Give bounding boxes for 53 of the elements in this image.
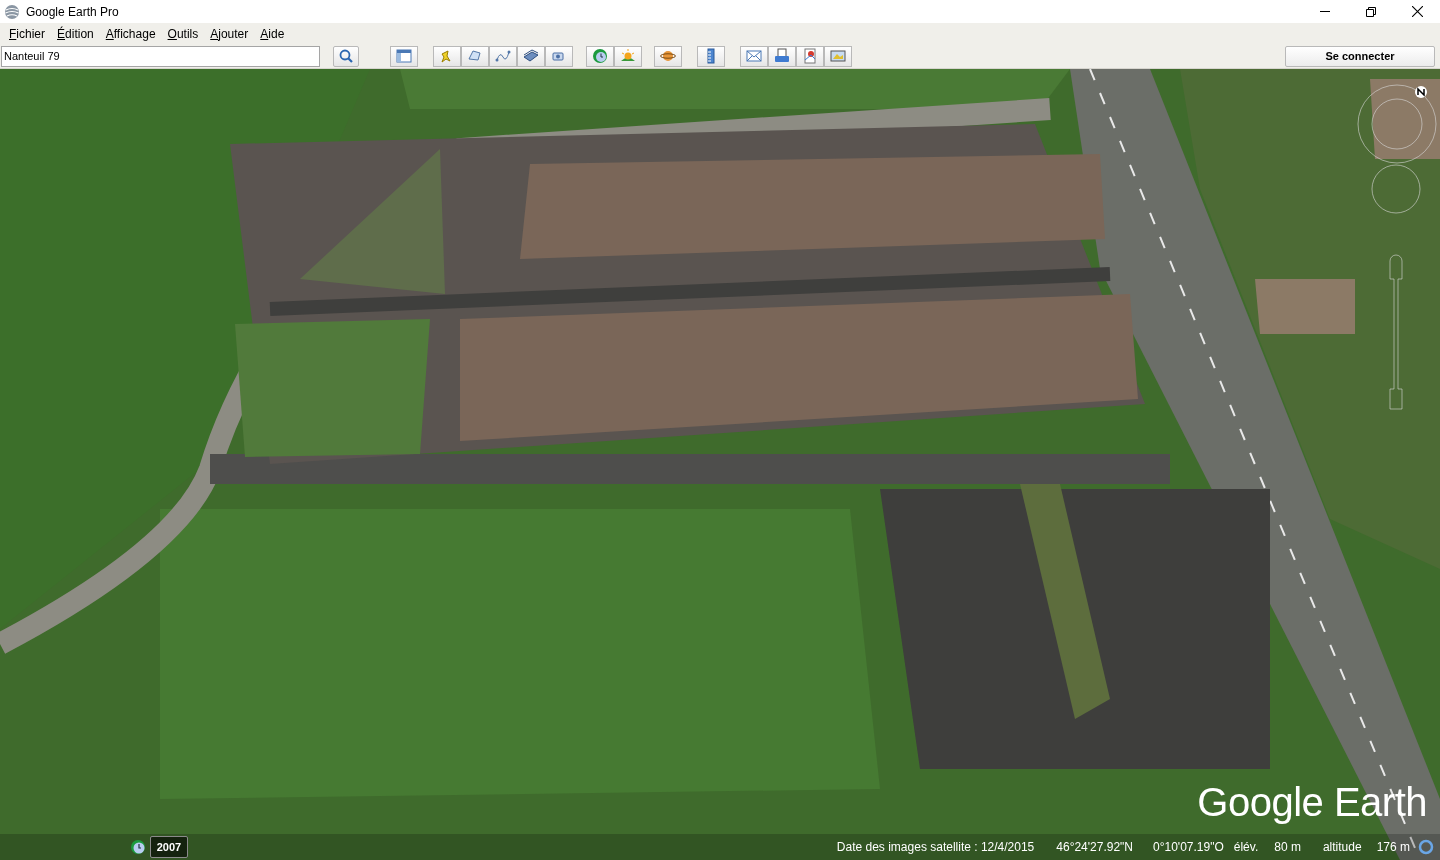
menu-item[interactable]: Outils	[161, 24, 205, 43]
look-joystick-icon[interactable]	[1371, 164, 1421, 214]
map-pin-button[interactable]	[796, 45, 824, 67]
sign-in-button[interactable]: Se connecter	[1285, 45, 1435, 67]
menu-item[interactable]: Affichage	[99, 24, 162, 43]
loading-indicator-icon	[1418, 839, 1434, 855]
close-icon	[1411, 6, 1423, 17]
polygon-icon	[467, 48, 483, 64]
menu-item[interactable]: Aide	[254, 24, 291, 43]
compass-icon[interactable]	[1357, 84, 1437, 164]
search-icon	[339, 49, 353, 63]
elevation-value: 80 m	[1274, 839, 1301, 856]
planet-button[interactable]	[654, 45, 682, 67]
search-button[interactable]	[333, 45, 359, 67]
sidebar-icon	[396, 48, 412, 64]
path-button[interactable]	[489, 45, 517, 67]
camera-button[interactable]	[545, 45, 573, 67]
image-icon	[830, 48, 846, 64]
email-icon	[746, 48, 762, 64]
path-icon	[495, 48, 511, 64]
print-button[interactable]	[768, 45, 796, 67]
latitude: 46°24'27.92"N	[1056, 839, 1134, 856]
altitude-label: altitude	[1322, 839, 1362, 856]
pushpin-button[interactable]	[433, 45, 461, 67]
sidebar-button[interactable]	[390, 45, 418, 67]
image-overlay-button[interactable]	[517, 45, 545, 67]
google-earth-logo: Google Earth	[1197, 782, 1427, 822]
restore-icon	[1366, 6, 1376, 17]
sunrise-button[interactable]	[614, 45, 642, 67]
menu-item[interactable]: Édition	[51, 24, 100, 43]
imagery-date: Date des images satellite : 12/4/2015	[836, 839, 1035, 856]
email-button[interactable]	[740, 45, 768, 67]
window-title: Google Earth Pro	[26, 3, 119, 21]
image-button[interactable]	[824, 45, 852, 67]
planet-icon	[660, 48, 676, 64]
search-field[interactable]: Nanteuil 79	[1, 45, 320, 67]
sunrise-icon	[620, 48, 636, 64]
altitude-value: 176 m	[1376, 839, 1410, 856]
polygon-button[interactable]	[461, 45, 489, 67]
app-logo-icon	[4, 3, 20, 20]
time-slider-year[interactable]: 2007	[150, 836, 188, 858]
minimize-icon	[1320, 11, 1330, 12]
image-overlay-icon	[523, 48, 539, 64]
clock-icon[interactable]	[130, 839, 146, 855]
menu-item[interactable]: Fichier	[3, 24, 52, 43]
map-pin-icon	[802, 48, 818, 64]
clock-button[interactable]	[586, 45, 614, 67]
menu-item[interactable]: Ajouter	[204, 24, 255, 43]
longitude: 0°10'07.19"O	[1153, 839, 1224, 856]
clock-icon	[592, 48, 608, 64]
print-icon	[774, 48, 790, 64]
ruler-button[interactable]	[697, 45, 725, 67]
elevation-label: élév.	[1233, 839, 1259, 856]
